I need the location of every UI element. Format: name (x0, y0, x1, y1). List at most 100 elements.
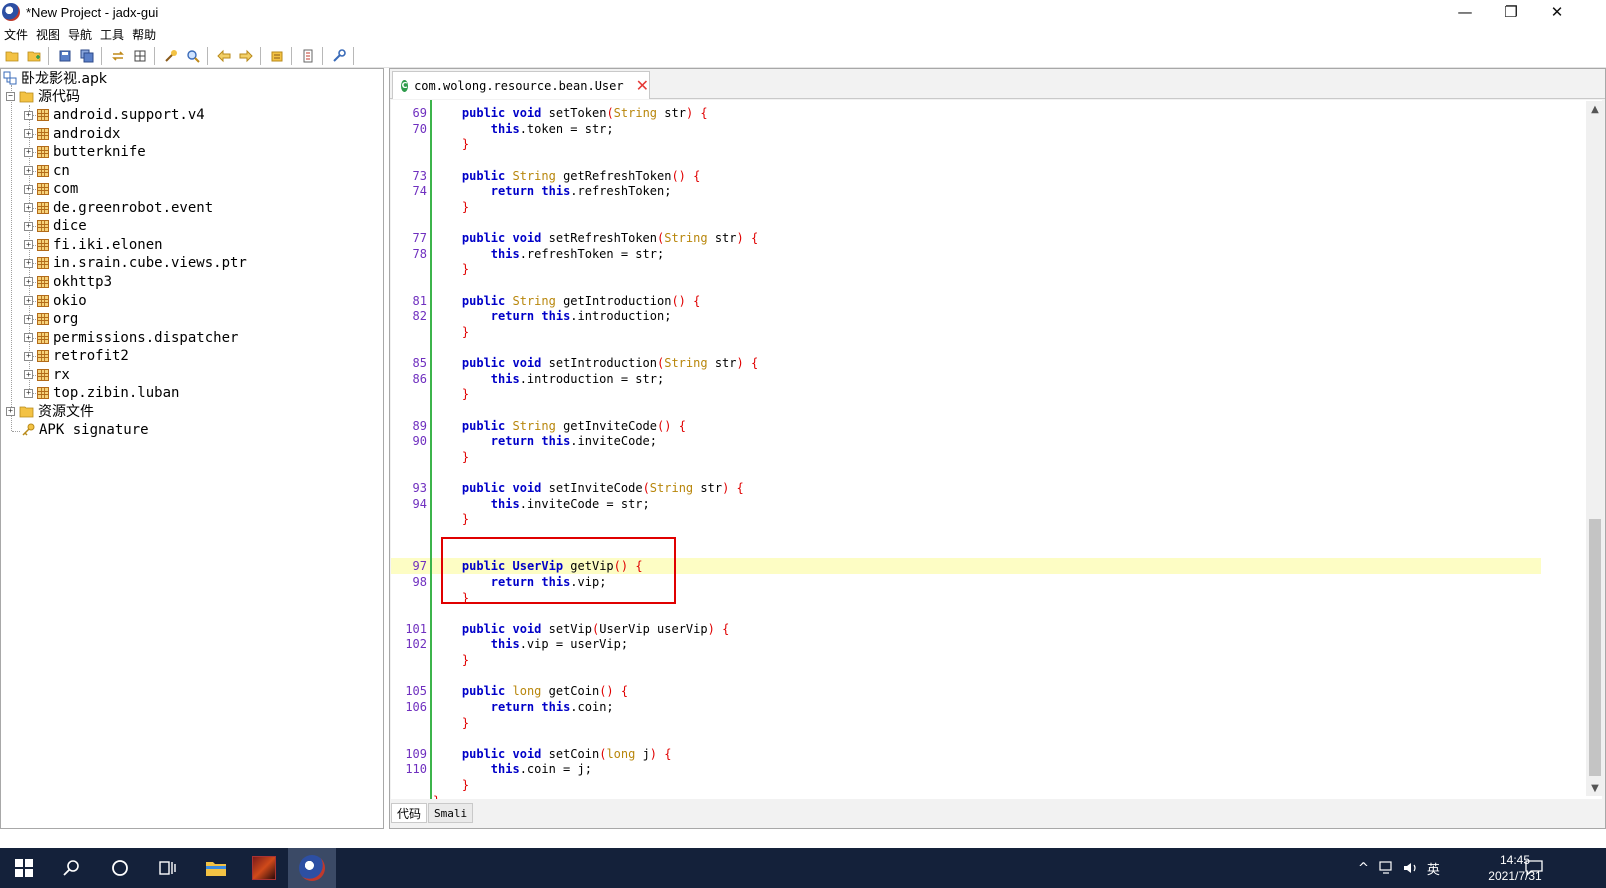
tree-package-item[interactable]: + okhttp3 (24, 273, 112, 291)
decompile-button[interactable] (161, 46, 181, 66)
jadx-taskbar-button[interactable] (288, 848, 336, 888)
expand-toggle-icon[interactable]: + (24, 388, 33, 398)
scroll-up-arrow-icon[interactable]: ▲ (1586, 101, 1604, 117)
code-line: 86 this.introduction = str; (391, 371, 1541, 387)
expand-toggle-icon[interactable]: + (24, 221, 33, 231)
editor-tab-bar: C com.wolong.resource.bean.User ✕ (390, 69, 1605, 99)
save-button[interactable] (55, 46, 75, 66)
annotation-highlight-box (441, 537, 676, 604)
expand-toggle-icon[interactable]: + (24, 351, 33, 361)
scrollbar-thumb[interactable] (1589, 519, 1601, 776)
tab-code[interactable]: 代码 (391, 803, 428, 823)
scroll-down-arrow-icon[interactable]: ▼ (1586, 780, 1604, 796)
collapse-toggle-icon[interactable]: − (6, 91, 15, 101)
save-all-button[interactable] (77, 46, 97, 66)
sync-button[interactable] (108, 46, 128, 66)
expand-toggle-icon[interactable]: + (24, 166, 33, 176)
code-token: public (461, 293, 506, 308)
open-folder-icon (19, 91, 34, 102)
menu-file[interactable]: 文件 (4, 26, 28, 43)
expand-tree-button[interactable] (130, 46, 150, 66)
tree-package-item[interactable]: + dice (24, 217, 87, 235)
code-line: 78 this.refreshToken = str; (391, 246, 1541, 262)
volume-icon[interactable] (1403, 861, 1419, 875)
start-button[interactable] (0, 848, 48, 888)
tree-package-item[interactable]: + org (24, 310, 78, 328)
expand-toggle-icon[interactable]: + (24, 370, 33, 380)
log-button[interactable] (267, 46, 287, 66)
tab-smali[interactable]: Smali (428, 803, 474, 823)
code-token: ) (736, 356, 744, 371)
expand-toggle-icon[interactable]: + (24, 184, 33, 194)
taskbar-search-button[interactable] (48, 848, 96, 888)
menu-view[interactable]: 视图 (36, 26, 60, 43)
close-tab-icon[interactable]: ✕ (636, 76, 649, 95)
expand-toggle-icon[interactable]: + (24, 258, 33, 268)
code-token: return (490, 309, 535, 324)
network-icon[interactable] (1379, 861, 1395, 875)
tools-button[interactable] (329, 46, 349, 66)
tree-package-item[interactable]: + okio (24, 292, 87, 310)
game-app-button[interactable] (240, 848, 288, 888)
tree-package-item[interactable]: + android.support.v4 (24, 106, 205, 124)
tree-guide-line (11, 85, 12, 431)
tree-package-item[interactable]: + fi.iki.elonen (24, 236, 163, 254)
search-button[interactable] (183, 46, 203, 66)
code-view[interactable]: 69 public void setToken(String str) {70 … (391, 100, 1602, 799)
preferences-button[interactable] (298, 46, 318, 66)
tree-root-apk[interactable]: 卧龙影视.apk (3, 69, 107, 87)
notifications-button[interactable] (1510, 848, 1558, 888)
back-button[interactable] (214, 46, 234, 66)
tree-package-item[interactable]: + retrofit2 (24, 347, 129, 365)
tree-package-item[interactable]: + de.greenrobot.event (24, 199, 213, 217)
tree-package-item[interactable]: + com (24, 180, 78, 198)
tree-package-item[interactable]: + butterknife (24, 143, 146, 161)
code-token: } (461, 653, 470, 668)
line-number: 98 (412, 574, 427, 589)
add-files-button[interactable] (24, 46, 44, 66)
show-hidden-icons-icon[interactable]: ^ (1358, 861, 1369, 876)
expand-toggle-icon[interactable]: + (24, 277, 33, 287)
input-language-indicator[interactable]: 英 (1427, 859, 1440, 878)
cortana-button[interactable] (96, 848, 144, 888)
minimize-button[interactable]: — (1442, 0, 1488, 24)
tree-apk-signature[interactable]: APK signature (21, 421, 149, 439)
tree-source-folder[interactable]: − 源代码 (6, 87, 80, 105)
restore-button[interactable]: ❐ (1488, 0, 1534, 24)
expand-toggle-icon[interactable]: + (24, 314, 33, 324)
vertical-scrollbar[interactable]: ▲ ▼ (1586, 101, 1604, 796)
expand-toggle-icon[interactable]: + (24, 296, 33, 305)
file-explorer-button[interactable] (192, 848, 240, 888)
tree-package-item[interactable]: + androidx (24, 125, 120, 143)
menu-navigate[interactable]: 导航 (68, 26, 92, 43)
line-number: 85 (412, 356, 427, 371)
menu-help[interactable]: 帮助 (132, 26, 156, 43)
expand-toggle-icon[interactable]: + (24, 203, 33, 213)
code-token: ( (606, 106, 614, 120)
expand-toggle-icon[interactable]: + (24, 110, 33, 120)
expand-toggle-icon[interactable]: + (6, 406, 15, 416)
close-button[interactable]: ✕ (1534, 0, 1580, 24)
expand-toggle-icon[interactable]: + (24, 129, 33, 139)
tree-resources-folder[interactable]: + 资源文件 (6, 402, 94, 420)
task-view-button[interactable] (144, 848, 192, 888)
package-label: top.zibin.luban (53, 385, 180, 402)
tree-package-item[interactable]: + top.zibin.luban (24, 384, 179, 402)
tree-package-item[interactable]: + in.srain.cube.views.ptr (24, 254, 247, 272)
menu-tools[interactable]: 工具 (100, 26, 124, 43)
open-folder-button[interactable] (2, 46, 22, 66)
tree-package-item[interactable]: + cn (24, 162, 70, 180)
package-icon (37, 201, 49, 214)
tree-package-item[interactable]: + rx (24, 366, 70, 384)
forward-button[interactable] (236, 46, 256, 66)
tree-package-item[interactable]: + permissions.dispatcher (24, 329, 238, 347)
expand-toggle-icon[interactable]: + (24, 147, 33, 157)
tab-user-class[interactable]: C com.wolong.resource.bean.User ✕ (392, 71, 650, 99)
expand-toggle-icon[interactable]: + (24, 333, 33, 343)
expand-toggle-icon[interactable]: + (24, 240, 33, 250)
code-token: { (678, 418, 686, 433)
